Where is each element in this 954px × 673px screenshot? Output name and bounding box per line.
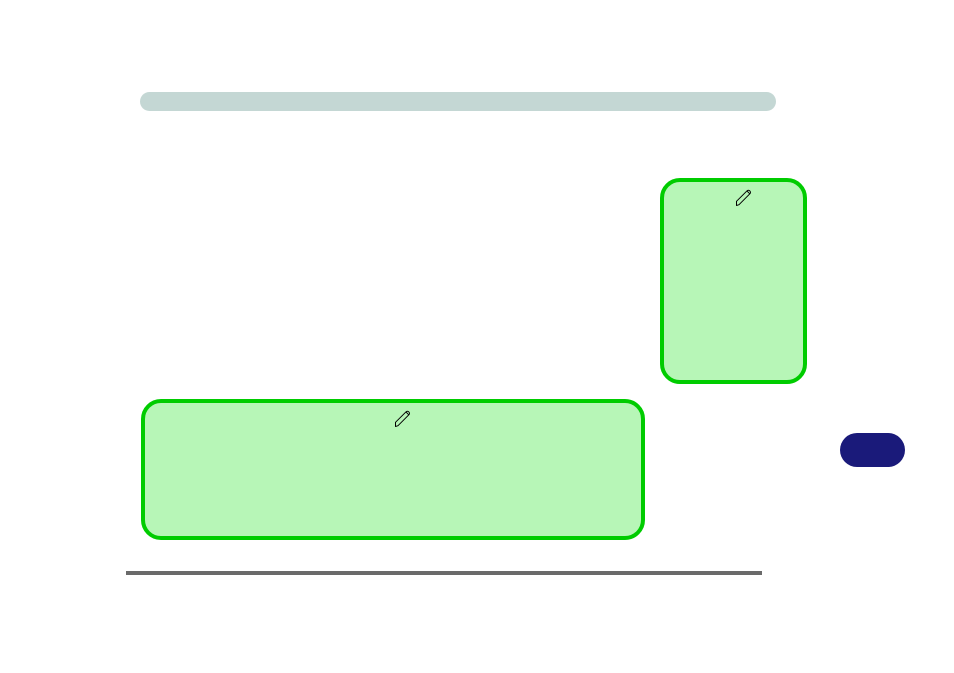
pen-icon — [393, 409, 413, 429]
green-box-1[interactable] — [660, 178, 807, 384]
blue-pill-button[interactable] — [840, 433, 905, 467]
top-bar — [140, 92, 776, 111]
green-box-2[interactable] — [141, 399, 645, 540]
divider-line — [126, 571, 762, 575]
pen-icon — [734, 188, 754, 208]
